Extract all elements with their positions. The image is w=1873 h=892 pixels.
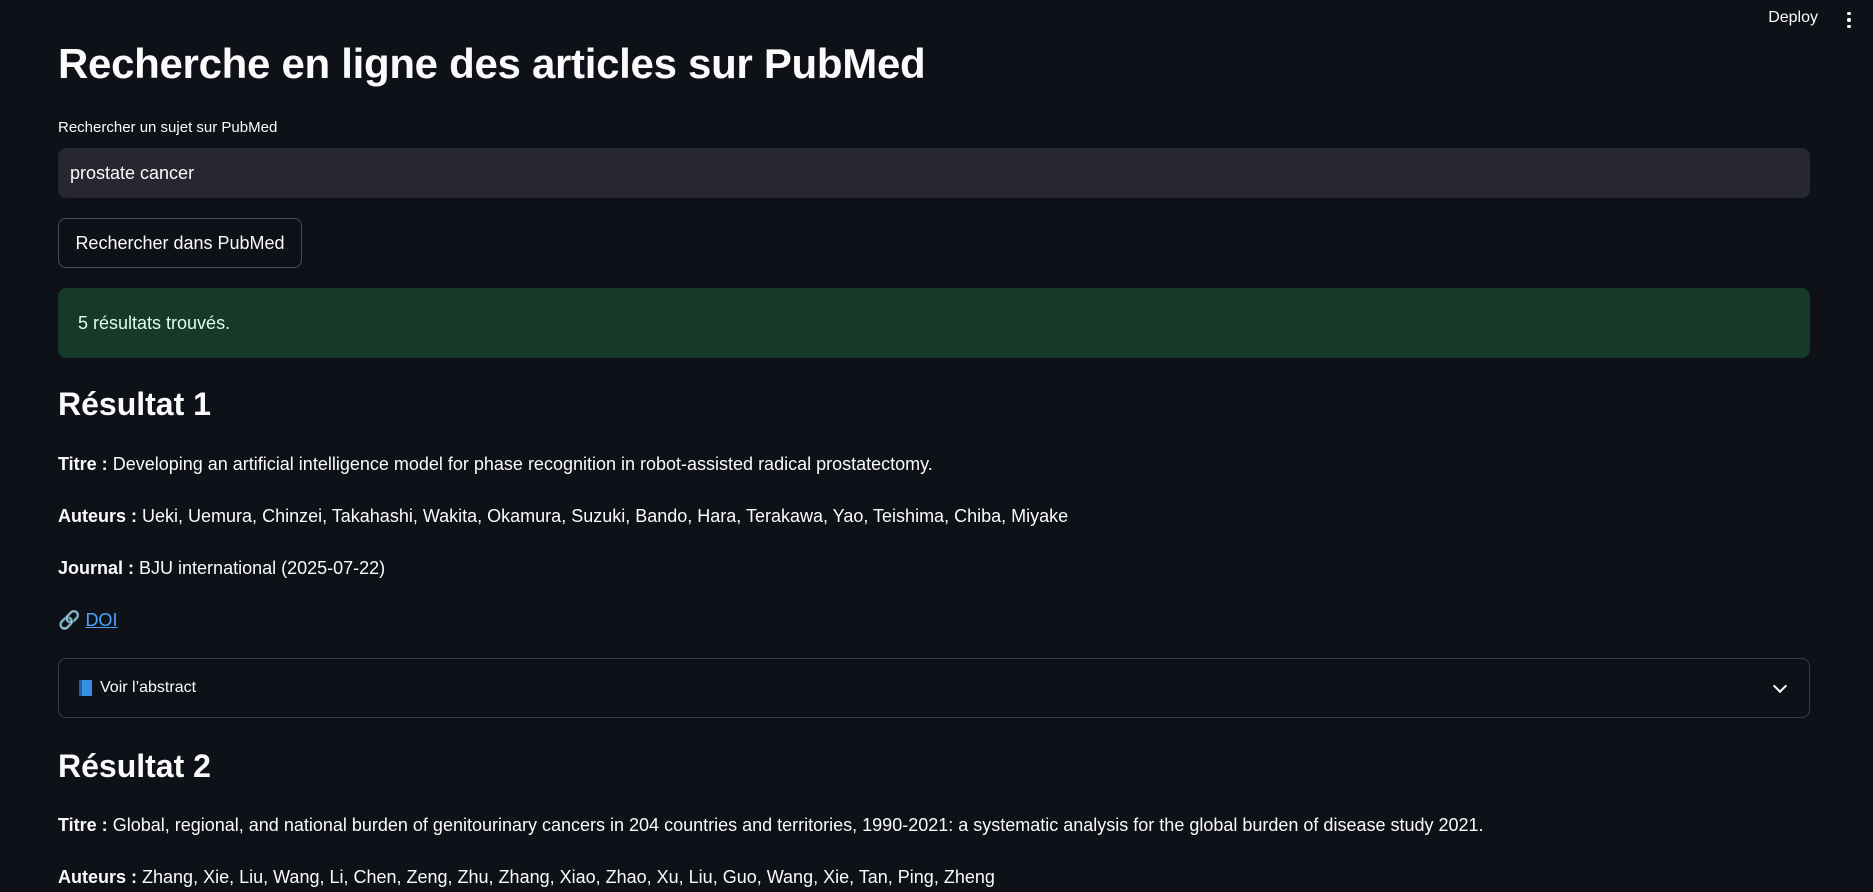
result-title: Titre : Developing an artificial intelli…: [58, 454, 933, 475]
search-input[interactable]: [58, 148, 1810, 198]
authors-label: Auteurs :: [58, 506, 138, 526]
authors-value: Ueki, Uemura, Chinzei, Takahashi, Wakita…: [142, 506, 1069, 526]
result-heading: Résultat 2: [58, 748, 211, 784]
result-heading: Résultat 1: [58, 386, 211, 422]
result-journal: Journal : BJU international (2025-07-22): [58, 558, 385, 579]
doi-link[interactable]: DOI: [85, 610, 117, 630]
abstract-label: Voir l’abstract: [100, 679, 197, 696]
chevron-down-icon: [1772, 678, 1788, 694]
link-icon: 🔗: [58, 610, 81, 630]
title-label: Titre :: [58, 815, 108, 835]
result-title: Titre : Global, regional, and national b…: [58, 815, 1484, 836]
journal-label: Journal :: [58, 558, 135, 578]
page-title: Recherche en ligne des articles sur PubM…: [58, 40, 926, 87]
result-authors: Auteurs : Ueki, Uemura, Chinzei, Takahas…: [58, 506, 1068, 527]
journal-value: BJU international (2025-07-22): [139, 558, 386, 578]
deploy-button[interactable]: Deploy: [1768, 9, 1818, 27]
authors-value: Zhang, Xie, Liu, Wang, Li, Chen, Zeng, Z…: [142, 867, 995, 887]
search-label: Rechercher un sujet sur PubMed: [58, 119, 278, 136]
success-message: 5 résultats trouvés.: [78, 312, 231, 333]
book-icon: [79, 680, 92, 696]
abstract-expander[interactable]: Voir l’abstract: [58, 658, 1810, 718]
doi-row: 🔗 DOI: [58, 610, 117, 631]
title-value: Global, regional, and national burden of…: [112, 815, 1484, 835]
search-button[interactable]: Rechercher dans PubMed: [58, 218, 302, 268]
app-header: Deploy: [0, 0, 1873, 40]
main-menu-icon[interactable]: [1843, 8, 1855, 32]
title-label: Titre :: [58, 454, 108, 474]
title-value: Developing an artificial intelligence mo…: [112, 454, 933, 474]
success-alert: 5 résultats trouvés.: [58, 288, 1810, 358]
result-authors: Auteurs : Zhang, Xie, Liu, Wang, Li, Che…: [58, 867, 995, 888]
authors-label: Auteurs :: [58, 867, 138, 887]
